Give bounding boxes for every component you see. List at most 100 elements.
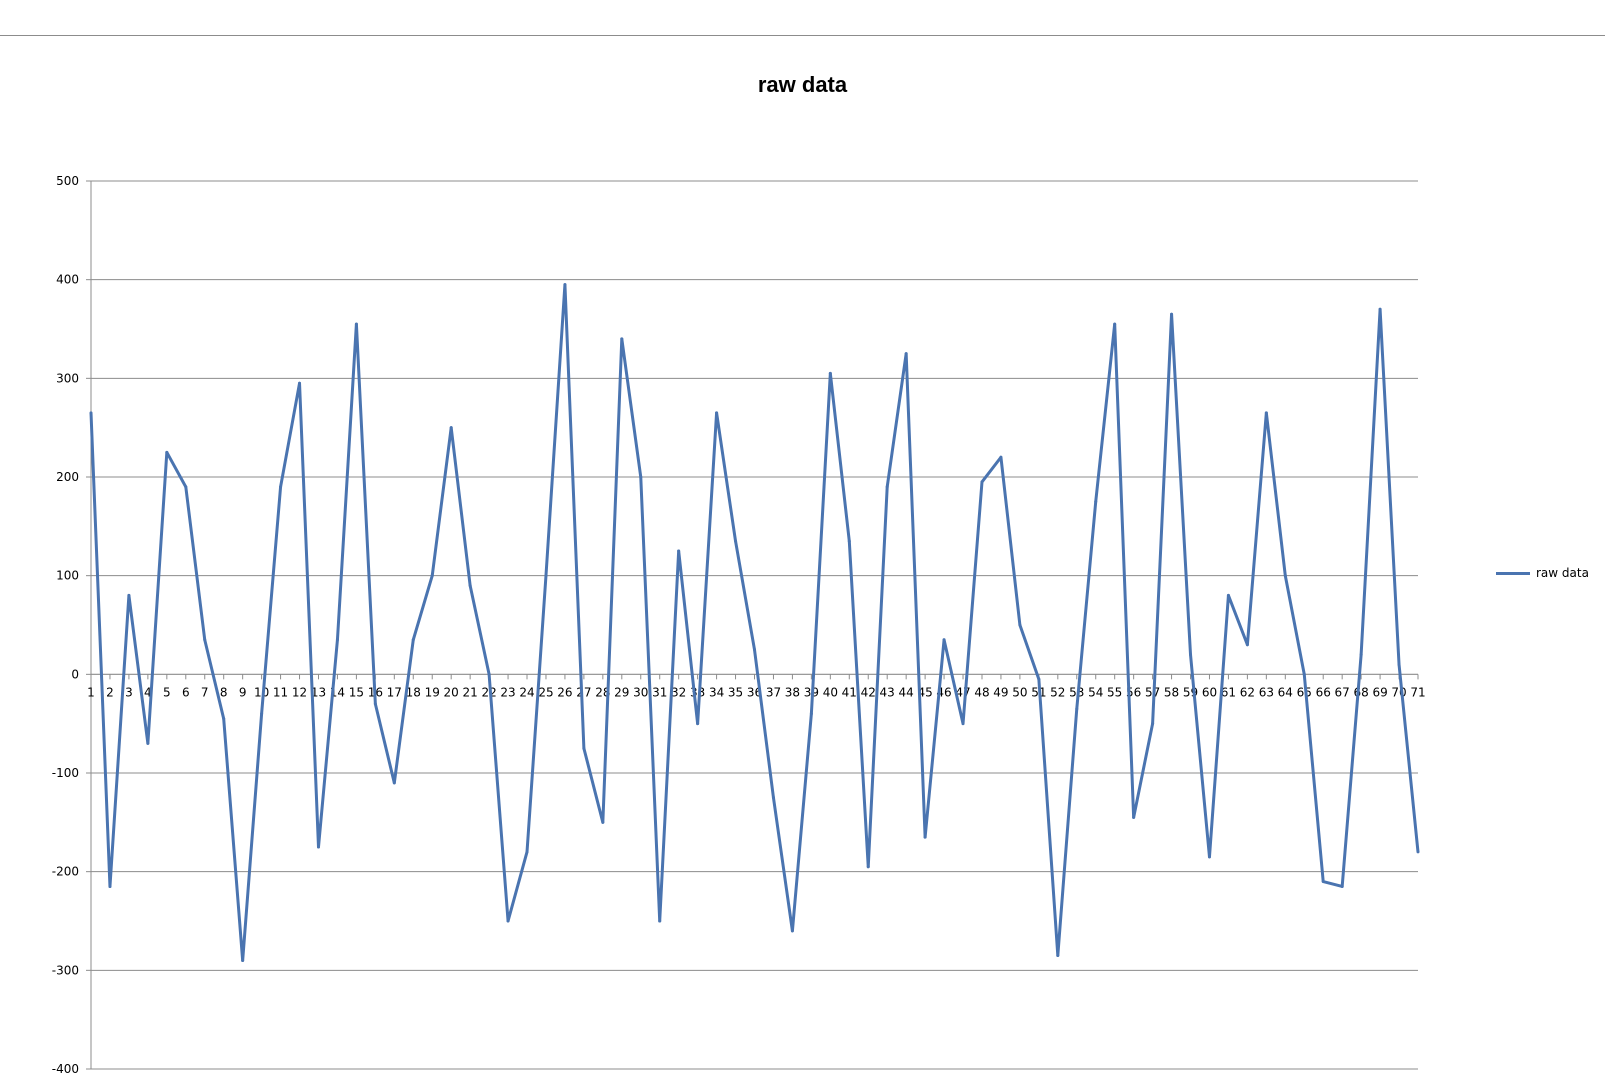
x-tick-label: 34 [709,685,724,699]
chart-area: raw data 500 400 300 200 100 0 -100 -200 -300 -40… [0,0,1605,1080]
data-point [753,648,756,652]
data-point [468,584,472,588]
y-tick-label: 100 [56,569,79,583]
data-point [563,283,567,287]
x-tick-label: 17 [387,685,402,699]
x-tick-label: 60 [1202,685,1217,699]
y-tick-label: 400 [56,273,79,287]
x-tick-label: 42 [861,685,876,699]
data-point [544,574,548,578]
data-point [1378,307,1382,311]
data-point [1189,653,1193,657]
data-point [108,884,112,888]
data-point [620,337,624,341]
x-tick-label: 48 [974,685,989,699]
x-tick-label: 63 [1259,685,1274,699]
x-tick-label: 67 [1335,685,1350,699]
y-axis-ticks: 500 400 300 200 100 0 -100 -200 -300 -400 [52,174,91,1076]
x-tick-label: 25 [538,685,553,699]
data-point [980,480,984,484]
data-point [1151,722,1155,726]
data-point [279,485,283,489]
data-point [1397,662,1401,666]
data-point [1056,954,1060,958]
x-tick-label: 8 [220,685,228,699]
x-tick-label: 68 [1353,685,1368,699]
data-point [392,781,396,785]
x-tick-label: 37 [766,685,781,699]
data-point [582,746,586,750]
data-point [1207,855,1211,859]
x-tick-label: 12 [292,685,307,699]
data-point [904,352,908,356]
data-point [260,712,264,716]
x-tick-label: 30 [633,685,648,699]
data-point [601,820,605,824]
data-point [1245,643,1249,647]
data-point [658,919,662,923]
data-point [411,638,415,642]
y-tick-label: 0 [71,667,79,681]
x-tick-label: 9 [239,685,247,699]
data-point [506,919,510,923]
y-tick-label: -300 [52,963,79,977]
data-point [639,475,643,479]
legend-label: raw data [1536,566,1589,580]
x-tick-label: 31 [652,685,667,699]
x-tick-label: 24 [519,685,534,699]
data-point [696,722,700,726]
data-point [790,929,794,933]
x-tick-label: 35 [728,685,743,699]
x-tick-label: 43 [880,685,895,699]
data-point [1283,574,1287,578]
data-point [525,850,529,854]
x-axis-ticks: 1 2 3 4 5 6 7 8 9 10 11 12 13 14 15 16 17 18 19 20 21 22 23 24 2… [87,674,1426,699]
data-point [715,411,719,415]
data-point [923,835,927,839]
x-tick-label: 38 [785,685,800,699]
plot-area: 5004003002001000-100-200-300-400 1234567… [52,174,1426,1076]
x-tick-label: 21 [463,685,478,699]
x-tick-label: 49 [993,685,1008,699]
data-point [165,450,169,454]
data-point [1018,623,1022,627]
x-tick-label: 5 [163,685,171,699]
x-tick-label: 70 [1391,685,1406,699]
y-tick-label: -100 [52,766,79,780]
data-point [847,539,851,543]
data-point [203,638,207,642]
x-tick-label: 64 [1278,685,1293,699]
legend: raw data [1496,566,1589,580]
data-point [184,485,188,489]
x-tick-label: 66 [1316,685,1331,699]
data-point [487,672,491,676]
x-tick-label: 58 [1164,685,1179,699]
data-point [449,426,453,430]
x-tick-label: 19 [425,685,440,699]
x-tick-label: 2 [106,685,114,699]
data-point [222,717,226,721]
data-point [373,702,377,706]
data-point [1094,500,1098,504]
data-point [354,322,358,326]
data-point [430,574,434,578]
data-point [1416,850,1420,854]
y-tick-label: 300 [56,371,79,385]
x-tick-label: 69 [1372,685,1387,699]
data-point [89,411,93,415]
data-point [1075,707,1079,711]
data-point [1037,677,1041,681]
data-point [1321,880,1325,884]
data-point [1359,653,1363,657]
data-point [1264,411,1268,415]
x-tick-label: 23 [500,685,515,699]
data-point [734,539,738,543]
data-point [885,485,889,489]
data-point [809,712,813,716]
data-point [1113,322,1117,326]
series-raw-data [89,283,1420,962]
data-point [1170,312,1174,316]
data-point [828,371,832,375]
x-tick-label: 44 [899,685,914,699]
data-point [1302,672,1306,676]
